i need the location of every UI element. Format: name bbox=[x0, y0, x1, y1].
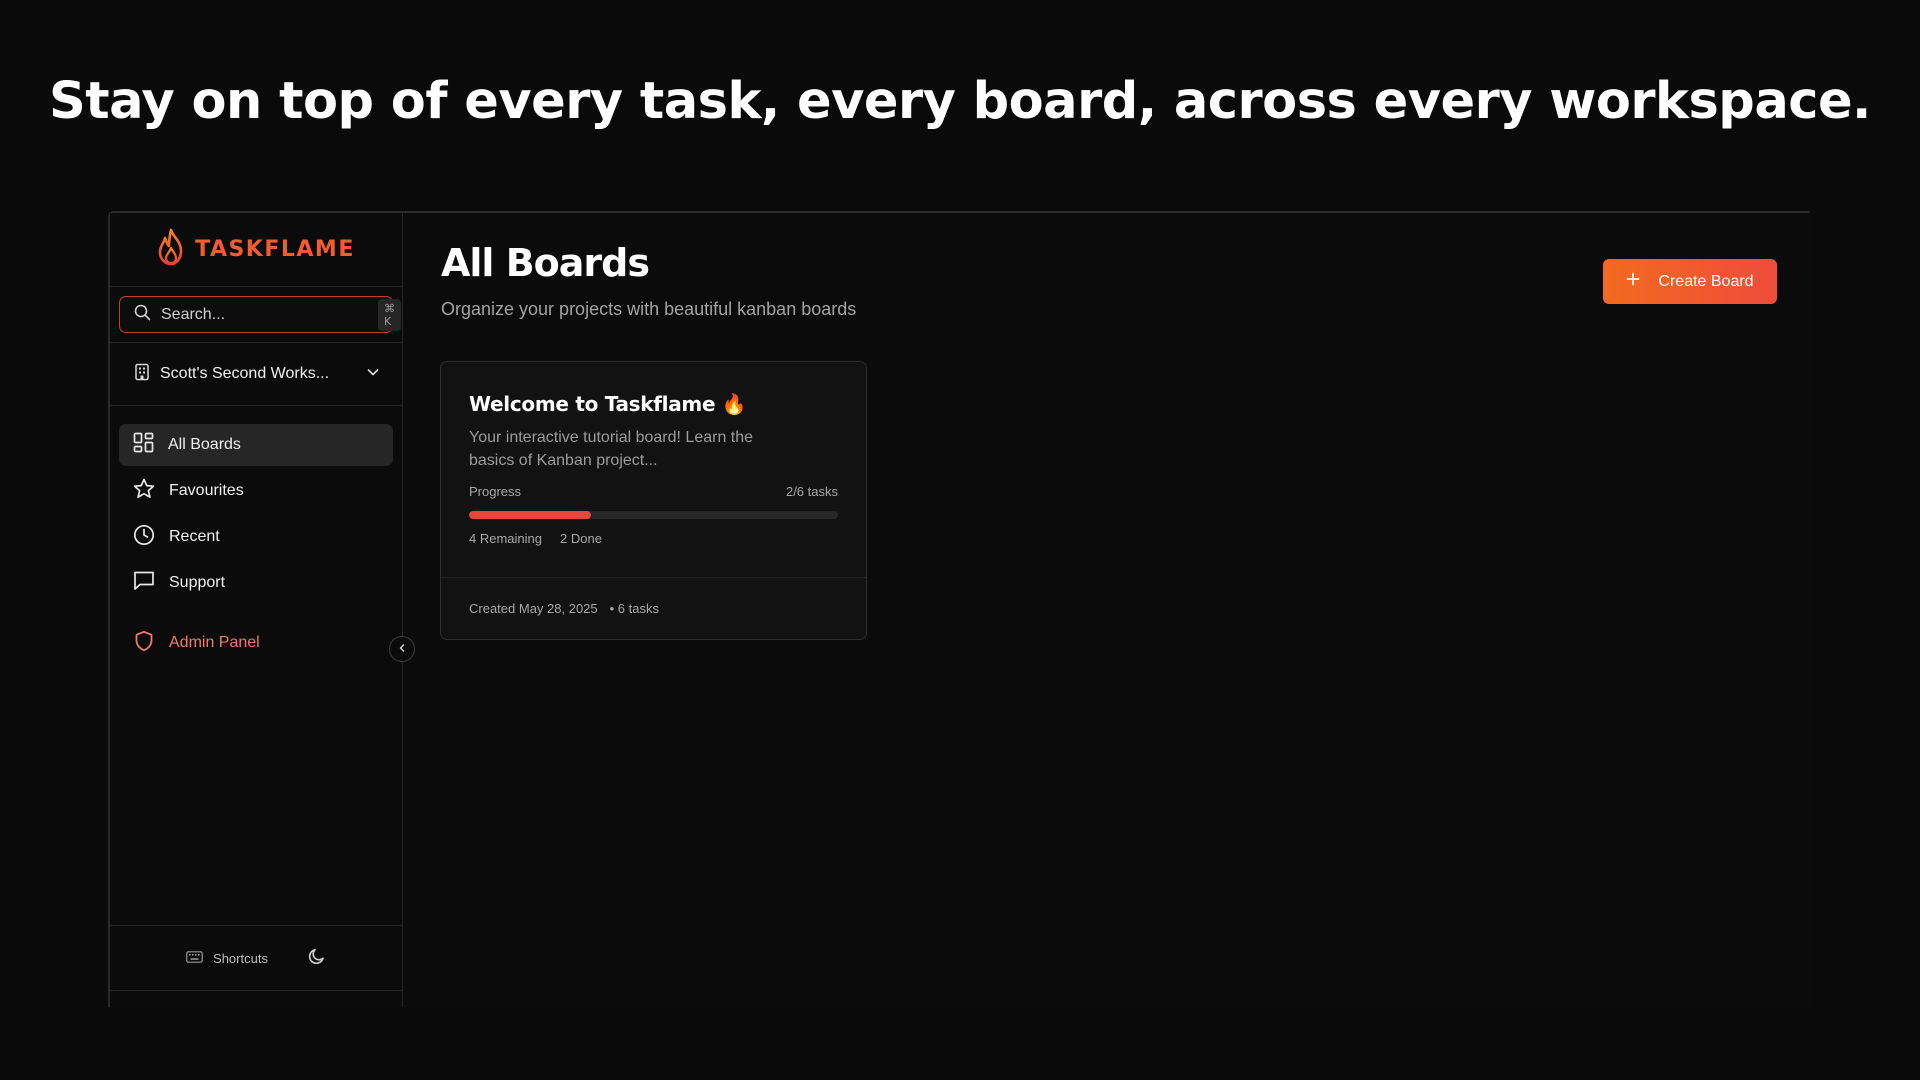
sidebar-item-label: Favourites bbox=[169, 482, 244, 499]
sidebar-item-label: Recent bbox=[169, 528, 220, 545]
search-box[interactable]: ⌘ K bbox=[119, 296, 401, 333]
sidebar-item-admin-panel[interactable]: Admin Panel bbox=[119, 622, 393, 664]
brand-name: TASKFLAME bbox=[195, 237, 355, 262]
sidebar-item-label: Support bbox=[169, 574, 226, 591]
board-card-footer: Created May 28, 2025 • 6 tasks bbox=[441, 577, 866, 639]
hero-headline: Stay on top of every task, every board, … bbox=[49, 72, 1871, 131]
brand-logo[interactable]: TASKFLAME bbox=[110, 213, 402, 287]
search-shortcut-badge: ⌘ K bbox=[378, 298, 401, 331]
sidebar-nav: All Boards Favourites Recent Support Adm… bbox=[110, 406, 402, 664]
sidebar-item-label: Admin Panel bbox=[169, 634, 260, 651]
board-card[interactable]: Welcome to Taskflame 🔥 Your interactive … bbox=[440, 361, 867, 640]
done-count: 2 Done bbox=[560, 531, 602, 546]
sidebar-item-all-boards[interactable]: All Boards bbox=[119, 424, 393, 466]
clock-icon bbox=[133, 524, 155, 551]
workspace-switcher[interactable]: Scott's Second Works... bbox=[110, 343, 402, 405]
progress-label: Progress bbox=[469, 484, 522, 499]
board-title: Welcome to Taskflame 🔥 bbox=[469, 392, 747, 416]
plus-icon bbox=[1626, 272, 1640, 291]
task-total: • 6 tasks bbox=[609, 601, 659, 616]
grid-icon bbox=[133, 432, 154, 458]
page-title: All Boards bbox=[441, 241, 650, 285]
moon-icon[interactable] bbox=[308, 947, 326, 970]
progress-header: Progress 2/6 tasks bbox=[469, 484, 838, 499]
task-counts: 4 Remaining 2 Done bbox=[469, 531, 838, 546]
sidebar: TASKFLAME ⌘ K Scott's Second Works... bbox=[110, 213, 403, 1007]
board-description: Your interactive tutorial board! Learn t… bbox=[469, 429, 754, 469]
star-icon bbox=[133, 478, 155, 504]
flame-icon bbox=[157, 228, 185, 271]
create-board-button[interactable]: Create Board bbox=[1603, 259, 1777, 304]
main-content: All Boards Organize your projects with b… bbox=[403, 213, 1810, 1007]
workspace-name: Scott's Second Works... bbox=[160, 365, 330, 382]
progress-bar bbox=[469, 511, 838, 519]
sidebar-footer: Shortcuts bbox=[110, 925, 402, 991]
created-date: Created May 28, 2025 bbox=[469, 601, 598, 616]
page-subtitle: Organize your projects with beautiful ka… bbox=[441, 299, 857, 319]
shortcuts-label: Shortcuts bbox=[213, 950, 268, 966]
sidebar-item-favourites[interactable]: Favourites bbox=[119, 470, 393, 512]
app-window: TASKFLAME ⌘ K Scott's Second Works... bbox=[108, 211, 1810, 1007]
shield-icon bbox=[133, 630, 155, 657]
building-icon bbox=[134, 363, 150, 386]
shortcuts-button[interactable]: Shortcuts bbox=[186, 951, 268, 966]
progress-count: 2/6 tasks bbox=[785, 484, 838, 499]
keyboard-icon bbox=[186, 950, 203, 966]
remaining-count: 4 Remaining bbox=[469, 531, 542, 546]
search-icon bbox=[134, 304, 151, 326]
sidebar-item-support[interactable]: Support bbox=[119, 562, 393, 604]
sidebar-item-recent[interactable]: Recent bbox=[119, 516, 393, 558]
chat-icon bbox=[133, 570, 155, 596]
chevron-down-icon bbox=[366, 365, 380, 384]
create-board-label: Create Board bbox=[1658, 272, 1754, 290]
sidebar-item-label: All Boards bbox=[168, 436, 241, 453]
progress-bar-fill bbox=[469, 511, 591, 519]
search-input[interactable] bbox=[161, 305, 368, 324]
